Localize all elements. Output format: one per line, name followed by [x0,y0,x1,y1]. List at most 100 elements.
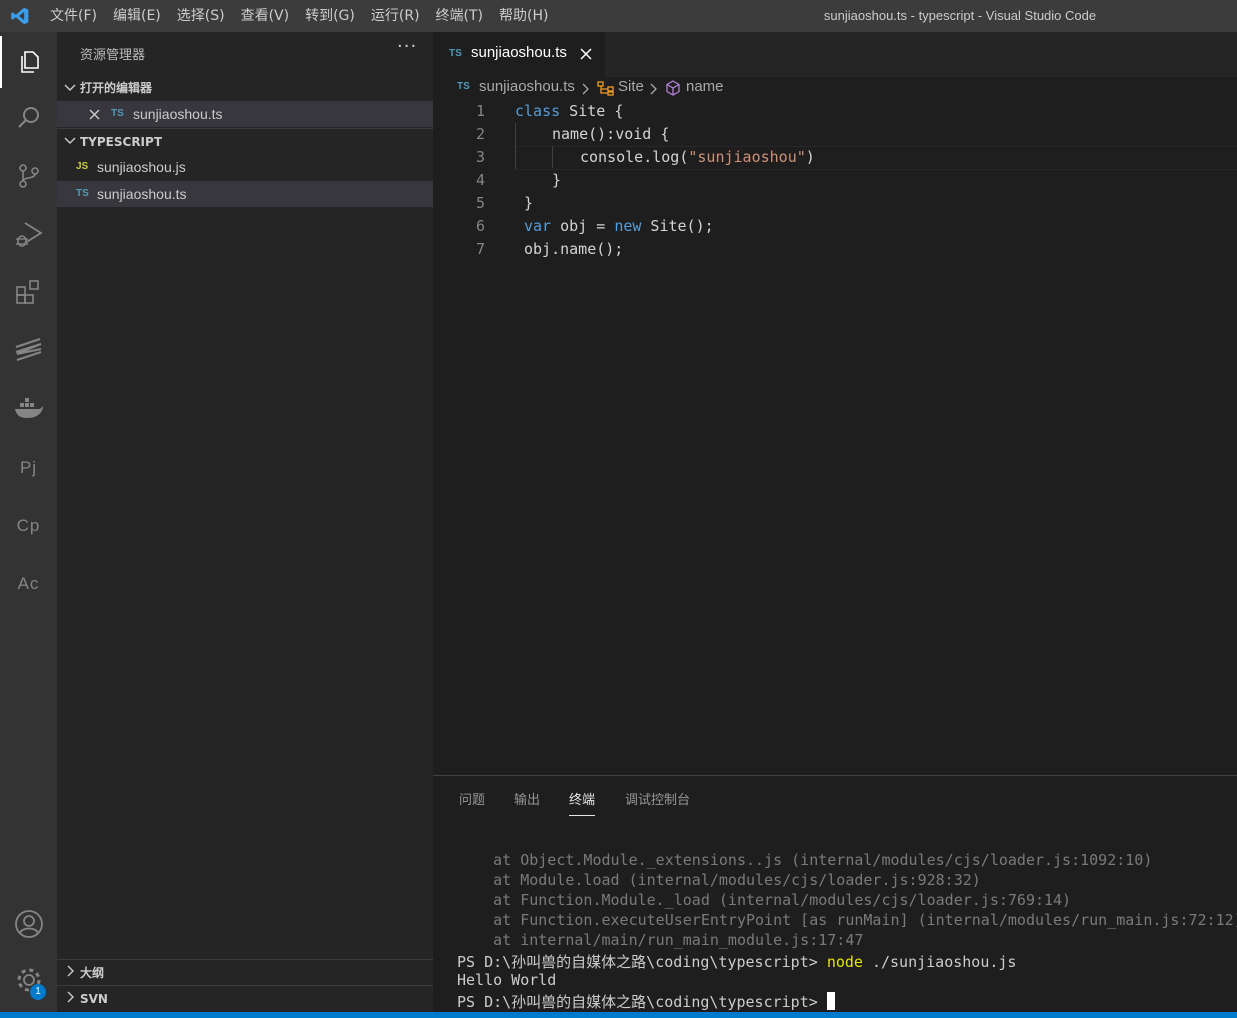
menu-file[interactable]: 文件(F) [42,0,105,32]
terminal-prompt: PS D:\孙叫兽的自媒体之路\coding\typescript> [457,953,827,971]
source-control-icon [18,164,39,188]
tab-problems[interactable]: 问题 [459,789,485,808]
explorer-sidebar: 资源管理器 ··· 打开的编辑器 TS sunjiaoshou.ts TYPES… [57,32,433,1012]
terminal-command: node [826,953,863,971]
code-line-7: obj.name(); [524,240,623,258]
title-bar: 文件(F) 编辑(E) 选择(S) 查看(V) 转到(G) 运行(R) 终端(T… [0,0,1237,32]
activity-run-debug[interactable] [0,208,57,260]
chevron-right-icon [67,965,74,977]
line-number: 4 [475,171,485,189]
method-icon [666,80,680,96]
cp-icon: Cp [16,516,41,535]
code-text: } [552,171,562,189]
tab-output[interactable]: 输出 [514,789,540,808]
close-icon[interactable] [580,48,592,60]
extensions-icon [15,280,39,304]
activity-docker[interactable] [0,382,57,434]
menu-edit[interactable]: 编辑(E) [105,0,169,32]
menu-go[interactable]: 转到(G) [297,0,363,32]
file-item-ts[interactable]: TS sunjiaoshou.ts [57,181,433,207]
activity-sublime[interactable] [0,324,57,376]
terminal-trace-line: at Module.load (internal/modules/cjs/loa… [457,871,981,889]
ts-file-icon: TS [111,108,124,119]
svn-label: SVN [80,992,108,1006]
menu-help[interactable]: 帮助(H) [491,0,556,32]
open-editors-header[interactable]: 打开的编辑器 [57,77,433,99]
string-literal: "sunjiaoshou" [688,148,806,166]
close-icon[interactable] [89,109,100,120]
tab-label: sunjiaoshou.ts [471,44,567,61]
menu-view[interactable]: 查看(V) [233,0,298,32]
terminal-prompt: PS D:\孙叫兽的自媒体之路\coding\typescript> [457,993,827,1011]
ts-file-icon: TS [449,48,462,59]
sidebar-title: 资源管理器 [80,48,146,63]
search-icon [17,107,39,128]
tab-sunjiaoshou-ts[interactable]: TS sunjiaoshou.ts [433,32,605,77]
tab-terminal[interactable]: 终端 [569,789,596,816]
menu-run[interactable]: 运行(R) [363,0,428,32]
terminal-trace-line: at internal/main/run_main_module.js:17:4… [457,931,864,949]
outline-header[interactable]: 大纲 [57,959,433,985]
activity-manage[interactable]: 1 [0,954,57,1006]
chevron-right-icon [67,991,74,1003]
typescript-folder-header[interactable]: TYPESCRIPT [57,128,433,154]
line-number: 5 [475,194,485,212]
terminal-trace-line: at Function.executeUserEntryPoint [as ru… [457,911,1237,929]
activity-ac[interactable]: Ac [0,558,57,610]
docker-icon [14,398,43,418]
bottom-panel: 问题 输出 终端 调试控制台 at Object.Module._extensi… [433,775,1237,1013]
chevron-right-icon [582,83,589,95]
line-number: 7 [475,240,485,258]
js-file-icon: JS [76,161,89,172]
line-number: 6 [475,217,485,235]
activity-source-control[interactable] [0,150,57,202]
svn-header[interactable]: SVN [57,985,433,1011]
tab-debug-console[interactable]: 调试控制台 [625,789,690,808]
open-editor-filename: sunjiaoshou.ts [133,106,223,122]
run-debug-icon [15,222,43,247]
menu-selection[interactable]: 选择(S) [169,0,233,32]
code-editor[interactable]: 1 2 3 4 5 6 7 class Site { name():void {… [433,100,1237,770]
file-item-label: sunjiaoshou.ts [97,186,187,202]
activity-bar: Pj Cp Ac 1 [0,32,57,1012]
breadcrumb-file[interactable]: sunjiaoshou.ts [479,78,575,95]
ac-icon: Ac [17,574,40,593]
activity-search[interactable] [0,92,57,144]
code-text: obj = [551,217,615,235]
keyword-var: var [524,217,552,235]
sublime-icon [15,338,41,361]
code-line-3: console.log("sunjiaoshou") [580,148,815,166]
chevron-down-icon [64,137,76,144]
breadcrumb-class[interactable]: Site [618,78,644,95]
breadcrumb-method[interactable]: name [686,78,724,95]
terminal-command-line: PS D:\孙叫兽的自媒体之路\coding\typescript> node … [457,951,1016,972]
activity-pj[interactable]: Pj [0,442,57,494]
pj-icon: Pj [19,458,38,477]
chevron-down-icon [64,84,76,91]
code-line-2: name():void { [552,125,669,143]
more-actions-icon[interactable]: ··· [397,36,417,57]
chevron-right-icon [650,83,657,95]
keyword-new: new [614,217,642,235]
indent-guide [515,123,516,169]
activity-extensions[interactable] [0,266,57,318]
file-item-js[interactable]: JS sunjiaoshou.js [57,154,433,180]
terminal-trace-line: at Function.Module._load (internal/modul… [457,891,1072,909]
activity-explorer[interactable] [0,36,57,88]
class-icon [597,81,614,96]
code-text: Site { [560,102,624,120]
menu-terminal[interactable]: 终端(T) [428,0,491,32]
window-title: sunjiaoshou.ts - typescript - Visual Stu… [823,8,1097,23]
terminal-cursor [826,992,835,1010]
folder-label: TYPESCRIPT [80,135,163,149]
terminal-input-line[interactable]: PS D:\孙叫兽的自媒体之路\coding\typescript> [457,991,835,1012]
open-editor-item[interactable]: TS sunjiaoshou.ts [57,101,433,127]
activity-accounts[interactable] [0,898,57,950]
code-line-5: } [524,194,533,212]
terminal-output: Hello World [457,971,557,989]
terminal-args: ./sunjiaoshou.js [862,953,1017,971]
code-text: obj.name(); [524,240,624,258]
ts-file-icon: TS [76,188,89,199]
code-text: console.log( [580,148,689,166]
activity-cp[interactable]: Cp [0,500,57,552]
